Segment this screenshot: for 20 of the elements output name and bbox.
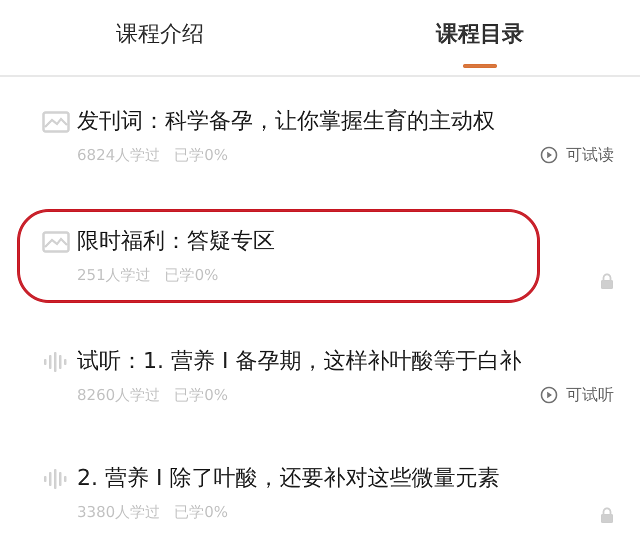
play-icon	[540, 386, 558, 404]
tab[interactable]: 课程目录	[436, 20, 524, 50]
lesson-title[interactable]: 限时福利：答疑专区	[77, 226, 523, 258]
tab[interactable]: 课程介绍	[116, 20, 204, 50]
learner-count: 251人学过	[77, 265, 151, 286]
lesson-title[interactable]: 发刊词：科学备孕，让你掌握生育的主动权	[77, 106, 526, 138]
lesson-title[interactable]: 2. 营养 I 除了叶酸，还要补对这些微量元素	[77, 463, 526, 495]
lesson-title[interactable]: 试听：1. 营养 I 备孕期，这样补叶酸等于白补	[77, 346, 526, 378]
image-icon	[42, 111, 70, 133]
learner-count: 6824人学过	[77, 145, 160, 166]
play-icon	[540, 146, 558, 164]
progress-text: 已学0%	[174, 145, 228, 166]
trial-link[interactable]: 可试听	[566, 384, 614, 406]
image-icon	[42, 231, 70, 253]
progress-text: 已学0%	[174, 502, 228, 523]
trial-link[interactable]: 可试读	[566, 144, 614, 166]
learner-count: 8260人学过	[77, 385, 160, 406]
progress-text: 已学0%	[164, 265, 218, 286]
learner-count: 3380人学过	[77, 502, 160, 523]
progress-text: 已学0%	[174, 385, 228, 406]
